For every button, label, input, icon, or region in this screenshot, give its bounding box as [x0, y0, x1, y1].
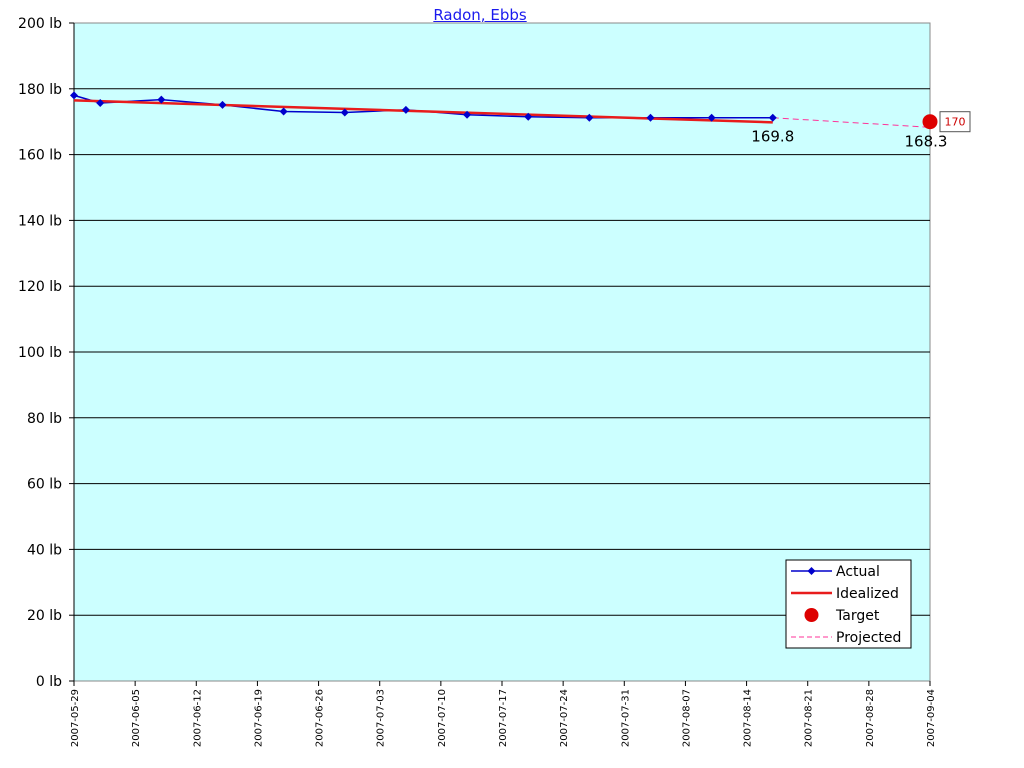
x-tick-label: 2007-07-31	[620, 689, 631, 747]
target-value-label: 170	[945, 116, 966, 129]
x-tick-label: 2007-08-28	[865, 689, 876, 747]
y-tick-label: 120 lb	[18, 279, 62, 295]
target-point	[922, 114, 938, 130]
y-tick-label: 140 lb	[18, 213, 62, 229]
y-tick-label: 180 lb	[18, 82, 62, 98]
x-tick-label: 2007-06-26	[315, 689, 326, 747]
y-tick-label: 100 lb	[18, 345, 62, 361]
data-label: 169.8	[751, 127, 794, 145]
legend-swatch-target	[804, 608, 819, 622]
x-tick-label: 2007-09-04	[926, 689, 937, 747]
legend-label: Actual	[836, 564, 880, 580]
legend-label: Idealized	[836, 586, 899, 602]
x-tick-label: 2007-08-21	[804, 689, 815, 747]
x-tick-label: 2007-06-12	[192, 689, 203, 747]
data-label: 168.3	[905, 132, 948, 150]
y-tick-label: 160 lb	[18, 148, 62, 164]
x-tick-label: 2007-05-29	[70, 689, 81, 747]
legend-label: Projected	[836, 630, 901, 646]
legend-label: Target	[835, 608, 880, 624]
y-tick-label: 200 lb	[18, 16, 62, 32]
x-tick-label: 2007-08-14	[743, 689, 754, 747]
x-tick-label: 2007-07-17	[498, 689, 509, 747]
x-tick-label: 2007-06-05	[131, 689, 142, 747]
x-tick-label: 2007-08-07	[681, 689, 692, 747]
y-tick-label: 40 lb	[27, 542, 62, 558]
y-tick-label: 60 lb	[27, 477, 62, 493]
y-tick-label: 80 lb	[27, 411, 62, 427]
x-tick-label: 2007-07-24	[559, 689, 570, 747]
legend: Actual Idealized Target Projected	[785, 559, 912, 649]
x-tick-label: 2007-07-03	[376, 689, 387, 747]
y-tick-label: 0 lb	[36, 674, 62, 690]
x-tick-label: 2007-06-19	[253, 689, 264, 747]
chart: 0 lb 20 lb 40 lb 60 lb 80 lb 100 lb 120 lb 140 …	[18, 16, 971, 747]
y-tick-label: 20 lb	[27, 608, 62, 624]
x-tick-label: 2007-07-10	[437, 689, 448, 747]
